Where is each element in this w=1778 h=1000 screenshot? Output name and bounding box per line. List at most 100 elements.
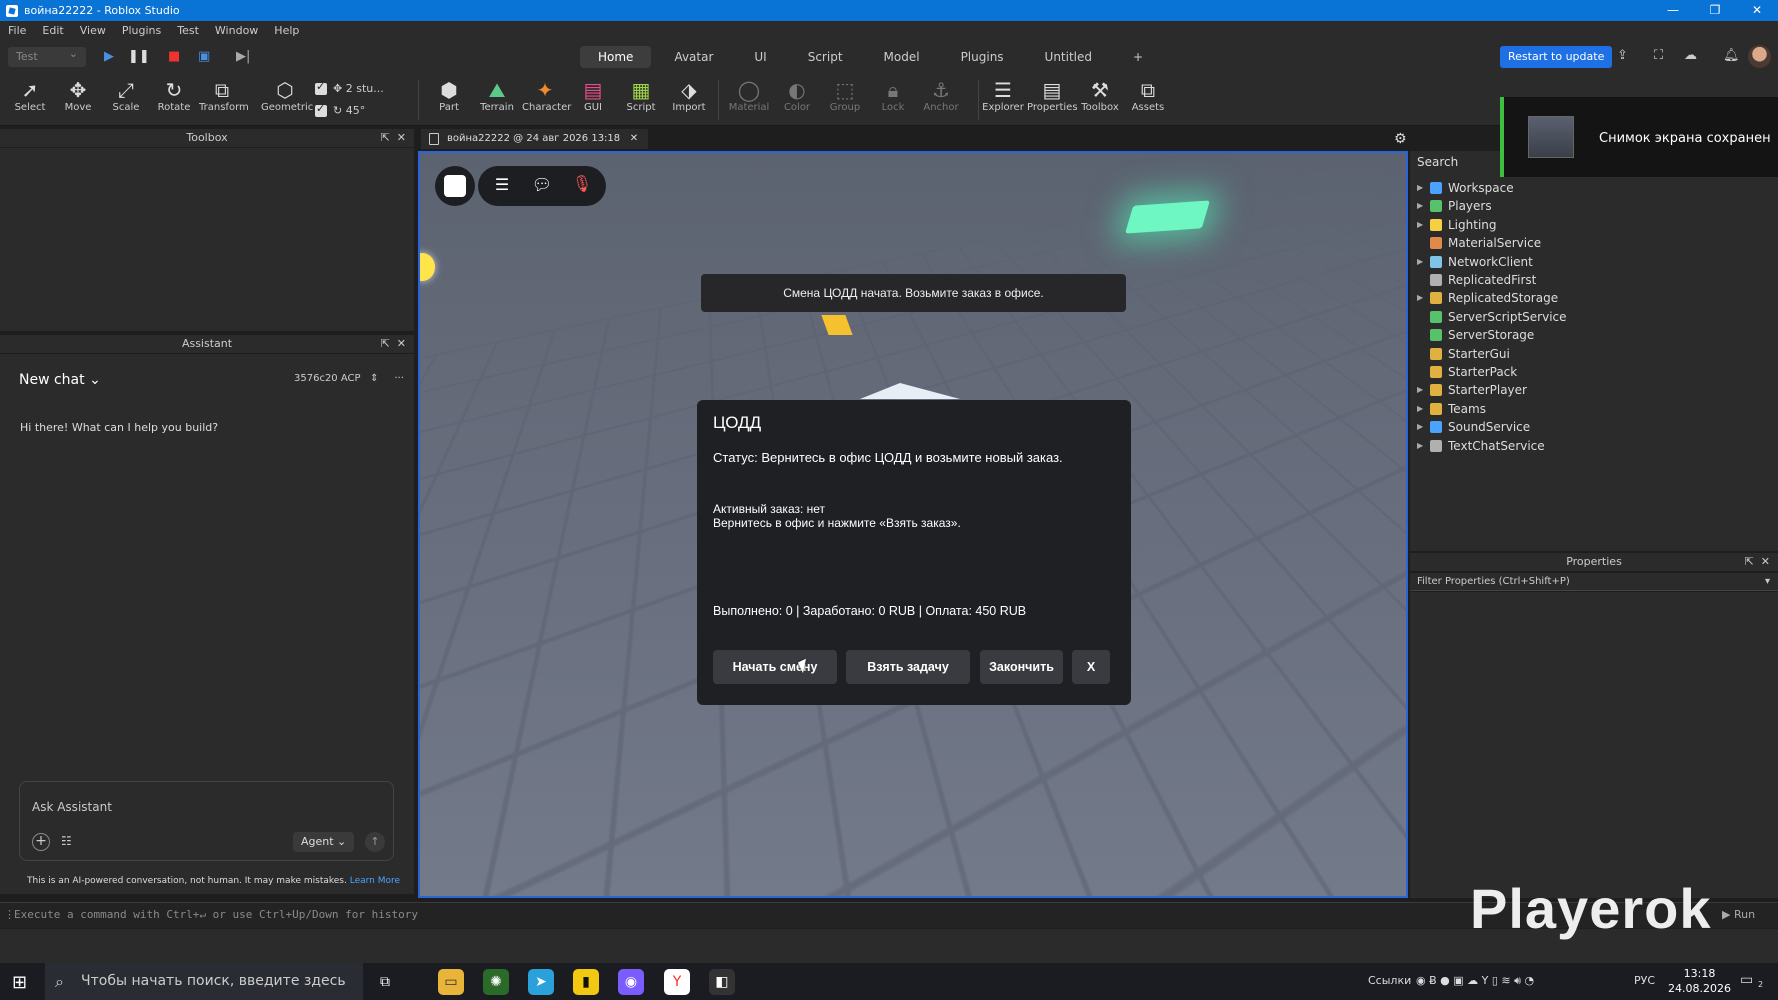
tab-model[interactable]: Model	[866, 46, 938, 68]
app-icon-yellow[interactable]: ▮	[573, 969, 599, 995]
explorer-item[interactable]: ▶ StarterPlayer	[1410, 381, 1770, 399]
explorer-item[interactable]: ▶ Workspace	[1410, 179, 1770, 197]
game-viewport[interactable]: ☰ 💬︎ 🎙︎ Смена ЦОДД начата. Возьмите зака…	[418, 151, 1408, 898]
tab-plugins[interactable]: Plugins	[943, 46, 1022, 68]
finish-button[interactable]: Закончить	[980, 650, 1063, 684]
cloud-icon[interactable]: ☁	[1684, 48, 1697, 63]
expand-arrow-icon[interactable]: ▶	[1417, 197, 1423, 215]
close-icon[interactable]: ✕	[397, 337, 406, 350]
screenshot-toast[interactable]: Снимок экрана сохранен	[1500, 97, 1778, 177]
close-window-button[interactable]: ✕	[1736, 0, 1778, 21]
close-icon[interactable]: ✕	[1761, 555, 1770, 568]
transform-tool[interactable]: ⧉ Transform	[199, 78, 249, 113]
step-icon[interactable]: ▶|	[236, 47, 250, 67]
geometric-tool[interactable]: ⬡ Geometric	[261, 78, 313, 113]
close-dialog-button[interactable]: X	[1072, 650, 1110, 684]
explorer-item[interactable]: ▶ SoundService	[1410, 418, 1770, 436]
close-icon[interactable]: ✕	[397, 131, 406, 144]
menu-file[interactable]: File	[0, 24, 34, 37]
character-button[interactable]: ✦ Character	[522, 78, 571, 113]
menu-test[interactable]: Test	[169, 24, 207, 37]
menu-help[interactable]: Help	[266, 24, 307, 37]
close-tab-icon[interactable]: ✕	[630, 133, 638, 144]
expand-arrow-icon[interactable]: ▶	[1417, 381, 1423, 399]
toolbox-button[interactable]: ⚒ Toolbox	[1077, 78, 1123, 113]
pause-icon[interactable]: ❚❚	[128, 47, 150, 67]
assistant-input-box[interactable]: Ask Assistant + ☷ Agent ⌄ ↑	[19, 781, 394, 861]
anchor-button[interactable]: ⚓︎ Anchor	[918, 78, 964, 113]
chevron-down-icon[interactable]: ▾	[1765, 573, 1770, 591]
tab-home[interactable]: Home	[580, 46, 652, 68]
menu-plugins[interactable]: Plugins	[114, 24, 169, 37]
run-button[interactable]: ▶ Run	[1722, 908, 1755, 921]
expand-arrow-icon[interactable]: ▶	[1417, 289, 1423, 307]
assistant-input[interactable]: Ask Assistant	[32, 800, 112, 814]
file-explorer-icon[interactable]: ▭	[438, 969, 464, 995]
menu-view[interactable]: View	[72, 24, 114, 37]
minimize-button[interactable]: —	[1652, 0, 1694, 21]
add-icon[interactable]: +	[32, 833, 50, 851]
start-shift-button[interactable]: Начать смену	[713, 650, 837, 684]
task-view-icon[interactable]: ⧉	[372, 969, 398, 995]
popout-icon[interactable]: ⇱	[381, 131, 390, 144]
new-chat-dropdown[interactable]: New chat ⌄	[19, 372, 101, 388]
add-tab-button[interactable]: +	[1115, 46, 1161, 68]
yandex-browser-icon[interactable]: Y	[664, 969, 690, 995]
script-button[interactable]: ▦ Script	[618, 78, 664, 113]
play-icon[interactable]: ▶	[104, 47, 114, 67]
command-input[interactable]: Execute a command with Ctrl+↵ or use Ctr…	[14, 908, 418, 921]
properties-button[interactable]: ▤ Properties	[1027, 78, 1078, 113]
stop-icon[interactable]: ■	[168, 47, 180, 67]
explorer-item[interactable]: ▶ Teams	[1410, 400, 1770, 418]
rotate-tool[interactable]: ↻ Rotate	[151, 78, 197, 113]
scale-tool[interactable]: ⤢ Scale	[103, 78, 149, 113]
assets-button[interactable]: ⧉ Assets	[1125, 78, 1171, 113]
language-indicator[interactable]: РУС	[1634, 974, 1655, 987]
explorer-item[interactable]: ▶ ReplicatedStorage	[1410, 289, 1770, 307]
gear-icon[interactable]: ⚙	[1394, 131, 1407, 147]
expand-arrow-icon[interactable]: ▶	[1417, 179, 1423, 197]
explorer-item[interactable]: MaterialService	[1410, 234, 1770, 252]
explorer-item[interactable]: StarterGui	[1410, 345, 1770, 363]
select-tool[interactable]: ➚ Select	[7, 78, 53, 113]
take-task-button[interactable]: Взять задачу	[846, 650, 970, 684]
group-button[interactable]: ⬚ Group	[822, 78, 868, 113]
expand-arrow-icon[interactable]: ▶	[1417, 216, 1423, 234]
taskbar-search[interactable]: ⌕Чтобы начать поиск, введите здесь запро…	[45, 963, 363, 1000]
tray-icons[interactable]: ◉ Ƀ ● ▣ ☁ Y ▯ ≋ 🔊︎ ◔	[1416, 974, 1534, 988]
material-button[interactable]: ◯ Material	[726, 78, 772, 113]
explorer-item[interactable]: StarterPack	[1410, 363, 1770, 381]
expand-arrow-icon[interactable]: ▶	[1417, 253, 1423, 271]
move-snap[interactable]: ✥ 2 stu...	[315, 80, 384, 95]
discord-icon[interactable]: ◉	[618, 969, 644, 995]
links-toolbar[interactable]: Ссылки	[1368, 974, 1411, 987]
expand-arrow-icon[interactable]: ▶	[1417, 418, 1423, 436]
document-tab[interactable]: война22222 @ 24 авг 2026 13:18 ✕	[421, 129, 649, 149]
explorer-item[interactable]: ServerScriptService	[1410, 308, 1770, 326]
telegram-icon[interactable]: ➤	[528, 969, 554, 995]
properties-filter-input[interactable]: Filter Properties (Ctrl+Shift+P) ▾	[1410, 573, 1778, 591]
notifications-icon[interactable]: ▭	[1740, 972, 1753, 988]
hamburger-icon[interactable]: ☰	[490, 175, 514, 194]
expand-arrow-icon[interactable]: ▶	[1417, 437, 1423, 455]
explorer-item[interactable]: ▶ TextChatService	[1410, 437, 1770, 455]
mic-muted-icon[interactable]: 🎙︎	[570, 174, 594, 193]
terrain-button[interactable]: ⛰ Terrain	[474, 78, 520, 113]
explorer-item[interactable]: ▶ NetworkClient	[1410, 253, 1770, 271]
part-button[interactable]: ⬢ Part	[426, 78, 472, 113]
test-mode-select[interactable]: Test	[8, 44, 86, 67]
collab-icon[interactable]: ⛶	[1654, 48, 1663, 63]
windows-start-icon[interactable]: ⊞	[12, 972, 27, 993]
learn-more-link[interactable]: Learn More	[350, 876, 400, 886]
tab-ui[interactable]: UI	[736, 46, 784, 68]
sort-icon[interactable]: ⇕	[370, 373, 378, 384]
explorer-item[interactable]: ▶ Players	[1410, 197, 1770, 215]
menu-edit[interactable]: Edit	[34, 24, 71, 37]
chat-icon[interactable]: 💬︎	[530, 175, 554, 194]
menu-window[interactable]: Window	[207, 24, 266, 37]
move-tool[interactable]: ✥ Move	[55, 78, 101, 113]
import-button[interactable]: ⬗ Import	[666, 78, 712, 113]
tab-script[interactable]: Script	[790, 46, 861, 68]
explorer-item[interactable]: ReplicatedFirst	[1410, 271, 1770, 289]
bell-icon[interactable]: 🔔︎	[1723, 48, 1740, 63]
